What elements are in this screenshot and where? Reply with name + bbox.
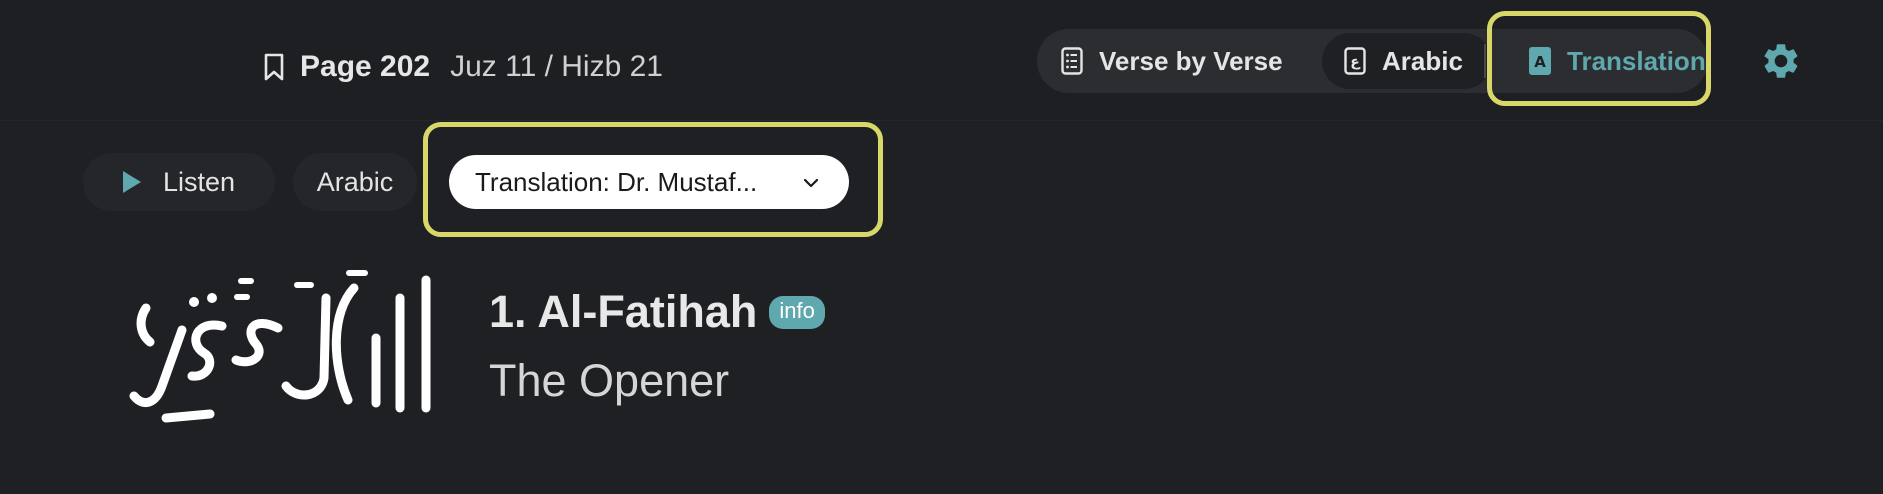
translation-mode-button[interactable]: A Translation xyxy=(1507,33,1706,89)
page-number: Page 202 xyxy=(300,50,431,83)
gear-icon[interactable] xyxy=(1760,40,1802,82)
translation-mode-label: Translation xyxy=(1567,45,1706,76)
surah-translated-name: The Opener xyxy=(489,355,730,406)
translation-icon-glyph: A xyxy=(1534,53,1546,71)
mode-divider xyxy=(1484,44,1486,78)
surah-title: 1. Al-Fatihah info xyxy=(489,286,825,338)
surah-name: 1. Al-Fatihah xyxy=(489,286,758,337)
verse-by-verse-label: Verse by Verse xyxy=(1099,45,1283,76)
page-info: Page 202 Juz 11 / Hizb 21 xyxy=(262,50,663,84)
translation-select[interactable]: Translation: Dr. Mustaf... xyxy=(449,155,849,209)
play-icon xyxy=(123,171,141,193)
arabic-letter-icon: ع xyxy=(1344,47,1366,75)
list-icon xyxy=(1061,47,1083,75)
arabic-mode-label: Arabic xyxy=(1382,45,1463,76)
arabic-icon-glyph: ع xyxy=(1350,54,1361,70)
listen-label: Listen xyxy=(163,166,236,197)
top-bar: Page 202 Juz 11 / Hizb 21 Verse by Verse… xyxy=(0,0,1883,121)
listen-button[interactable]: Listen xyxy=(83,153,275,211)
translation-letter-icon: A xyxy=(1529,47,1551,75)
juz-hizb-label: Juz 11 / Hizb 21 xyxy=(450,50,663,83)
arabic-mode-button[interactable]: ع Arabic xyxy=(1322,33,1492,89)
bookmark-icon[interactable] xyxy=(262,52,286,82)
arabic-button[interactable]: Arabic xyxy=(293,153,417,211)
info-badge[interactable]: info xyxy=(769,295,825,329)
verse-by-verse-button[interactable]: Verse by Verse xyxy=(1061,33,1341,89)
reading-mode-switch: Verse by Verse ع Arabic A Translation xyxy=(1037,29,1708,93)
surah-calligraphy xyxy=(129,270,431,423)
arabic-button-label: Arabic xyxy=(316,166,394,197)
chevron-down-icon xyxy=(803,178,819,188)
translation-select-label: Translation: Dr. Mustaf... xyxy=(475,166,758,197)
